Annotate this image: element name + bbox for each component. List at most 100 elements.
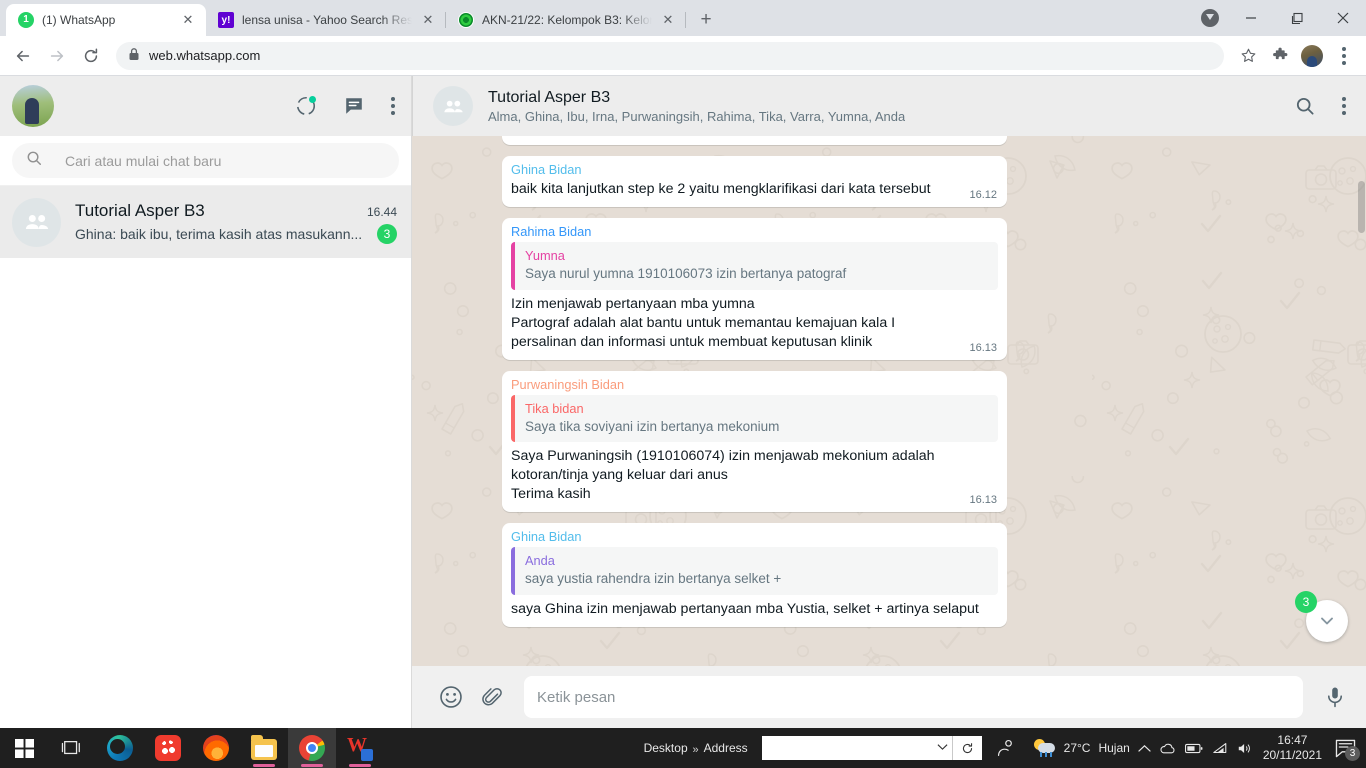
people-icon[interactable] bbox=[982, 728, 1030, 768]
browser-toolbar: web.whatsapp.com bbox=[0, 36, 1366, 76]
search-placeholder: Cari atau mulai chat baru bbox=[65, 152, 222, 169]
chevron-down-icon[interactable] bbox=[937, 743, 948, 754]
quoted-message[interactable]: Yumna Saya nurul yumna 1910106073 izin b… bbox=[511, 242, 998, 290]
desktop-toolbar-label[interactable]: Desktop » bbox=[636, 741, 699, 756]
browser-tab-yahoo[interactable]: y! lensa unisa - Yahoo Search Result ✕ bbox=[206, 4, 446, 36]
onedrive-icon[interactable] bbox=[1160, 741, 1176, 755]
window-controls bbox=[1192, 0, 1366, 36]
chat-list-item-content: Tutorial Asper B3 16.44 Ghina: baik ibu,… bbox=[75, 201, 397, 244]
browser-tab-moodle[interactable]: AKN-21/22: Kelompok B3: Kelom ✕ bbox=[446, 4, 686, 36]
file-explorer-icon[interactable] bbox=[240, 728, 288, 768]
puzzle-icon[interactable] bbox=[1266, 42, 1294, 70]
profile-avatar[interactable] bbox=[1298, 42, 1326, 70]
close-icon[interactable]: ✕ bbox=[420, 12, 436, 28]
new-tab-button[interactable]: + bbox=[692, 6, 720, 34]
message-input[interactable]: Ketik pesan bbox=[524, 676, 1303, 718]
windows-taskbar: Desktop » Address 27°C Hujan bbox=[0, 728, 1366, 768]
taskbar-clock[interactable]: 16:47 20/11/2021 bbox=[1259, 733, 1328, 763]
browser-tab-strip: (1) WhatsApp ✕ y! lensa unisa - Yahoo Se… bbox=[0, 0, 1366, 36]
emoji-icon[interactable] bbox=[438, 684, 464, 710]
conversation-header-actions bbox=[1295, 96, 1346, 117]
message-bubble[interactable]: Ghina Bidan baik kita lanjutkan step ke … bbox=[502, 156, 1007, 207]
quoted-sender: Tika bidan bbox=[525, 400, 584, 416]
refresh-icon[interactable] bbox=[951, 736, 982, 760]
paperclip-icon[interactable] bbox=[480, 685, 504, 709]
message-list[interactable]: Ghina Bidan baik kita lanjutkan step ke … bbox=[412, 136, 1366, 666]
chat-sidebar: Cari atau mulai chat baru Tutorial Asper… bbox=[0, 76, 412, 728]
message-timestamp: 16.12 bbox=[969, 189, 997, 201]
user-avatar[interactable] bbox=[12, 85, 54, 127]
system-tray bbox=[1138, 741, 1259, 755]
volume-icon[interactable] bbox=[1237, 742, 1253, 755]
task-view-icon[interactable] bbox=[48, 728, 96, 768]
browser-tab-whatsapp[interactable]: (1) WhatsApp ✕ bbox=[6, 4, 206, 36]
message-text: Izin menjawab pertanyaan mba yumna Parto… bbox=[511, 295, 896, 350]
chat-name: Tutorial Asper B3 bbox=[75, 200, 205, 220]
yahoo-icon: y! bbox=[218, 12, 234, 28]
message-sender: Ghina Bidan bbox=[511, 529, 582, 545]
chevron-up-icon[interactable] bbox=[1138, 744, 1151, 753]
weather-widget[interactable]: 27°C Hujan bbox=[1030, 739, 1138, 757]
reload-icon[interactable] bbox=[76, 41, 106, 71]
message-bubble[interactable]: Ghina Bidan Anda saya yustia rahendra iz… bbox=[502, 523, 1007, 627]
search-icon[interactable] bbox=[1295, 96, 1316, 117]
minimize-button[interactable] bbox=[1228, 0, 1274, 36]
message-bubble[interactable]: Purwaningsih Bidan Tika bidan Saya tika … bbox=[502, 370, 1007, 513]
weather-condition: Hujan bbox=[1098, 741, 1130, 755]
status-ring-icon[interactable] bbox=[295, 95, 317, 117]
desktop-label-text: Desktop bbox=[643, 741, 688, 755]
red-app-icon[interactable] bbox=[144, 728, 192, 768]
message-bubble[interactable]: Rahima Bidan Yumna Saya nurul yumna 1910… bbox=[502, 218, 1007, 360]
whatsapp-icon bbox=[18, 12, 34, 28]
message-input-placeholder: Ketik pesan bbox=[537, 688, 616, 706]
address-toolbar-input[interactable] bbox=[761, 736, 952, 760]
clock-date: 20/11/2021 bbox=[1262, 748, 1322, 762]
star-icon[interactable] bbox=[1234, 42, 1262, 70]
address-toolbar-label: Address bbox=[703, 741, 748, 755]
wifi-icon[interactable] bbox=[1212, 742, 1228, 755]
message-scrollbar[interactable] bbox=[1358, 181, 1365, 233]
battery-icon[interactable] bbox=[1184, 743, 1203, 754]
quoted-sender: Yumna bbox=[525, 248, 565, 263]
message-sender: Rahima Bidan bbox=[511, 224, 592, 239]
address-bar[interactable]: web.whatsapp.com bbox=[116, 41, 1224, 70]
close-icon[interactable]: ✕ bbox=[660, 12, 676, 28]
chrome-icon[interactable] bbox=[288, 728, 336, 768]
group-avatar bbox=[12, 197, 61, 247]
wps-office-icon[interactable] bbox=[336, 728, 384, 768]
chat-list-empty-area bbox=[0, 258, 411, 728]
conversation-participants: Alma, Ghina, Ibu, Irna, Purwaningsih, Ra… bbox=[488, 108, 906, 124]
edge-icon[interactable] bbox=[96, 728, 144, 768]
windows-start-icon[interactable] bbox=[0, 728, 48, 768]
back-arrow-icon[interactable] bbox=[8, 41, 38, 71]
browser-tab-title: AKN-21/22: Kelompok B3: Kelom bbox=[482, 13, 652, 27]
three-dot-menu-icon[interactable] bbox=[1342, 97, 1346, 115]
search-input[interactable]: Cari atau mulai chat baru bbox=[12, 143, 399, 178]
chat-list-item-tutorial-asper-b3[interactable]: Tutorial Asper B3 16.44 Ghina: baik ibu,… bbox=[0, 186, 411, 258]
microphone-icon[interactable] bbox=[1323, 685, 1347, 709]
sidebar-header-actions bbox=[295, 95, 395, 117]
quoted-message[interactable]: Tika bidan Saya tika soviyani izin berta… bbox=[511, 394, 998, 443]
browser-tab-title: lensa unisa - Yahoo Search Result bbox=[242, 13, 412, 27]
download-icon[interactable] bbox=[1192, 0, 1228, 36]
message-text: saya Ghina izin menjawab pertanyaan mba … bbox=[511, 600, 979, 617]
chevron-down-icon bbox=[1321, 617, 1333, 625]
forward-arrow-icon[interactable] bbox=[42, 41, 72, 71]
quoted-message[interactable]: Anda saya yustia rahendra izin bertanya … bbox=[511, 547, 998, 595]
conversation-title: Tutorial Asper B3 bbox=[488, 88, 611, 106]
maximize-button[interactable] bbox=[1274, 0, 1320, 36]
three-dot-menu-icon[interactable] bbox=[391, 97, 395, 115]
quoted-text: saya yustia rahendra izin bertanya selke… bbox=[525, 571, 782, 587]
conversation-header[interactable]: Tutorial Asper B3 Alma, Ghina, Ibu, Irna… bbox=[412, 76, 1366, 136]
message-sender: Ghina Bidan bbox=[511, 162, 582, 177]
lock-icon bbox=[128, 47, 140, 64]
group-avatar bbox=[433, 86, 473, 126]
new-chat-icon[interactable] bbox=[343, 95, 365, 117]
close-window-button[interactable] bbox=[1320, 0, 1366, 36]
notification-center-button[interactable]: 3 bbox=[1328, 728, 1362, 768]
scroll-to-bottom-button[interactable]: 3 bbox=[1295, 591, 1348, 642]
three-dot-menu-icon[interactable] bbox=[1330, 42, 1358, 70]
weather-temperature: 27°C bbox=[1063, 741, 1091, 755]
close-icon[interactable]: ✕ bbox=[180, 12, 196, 28]
firefox-icon[interactable] bbox=[192, 728, 240, 768]
